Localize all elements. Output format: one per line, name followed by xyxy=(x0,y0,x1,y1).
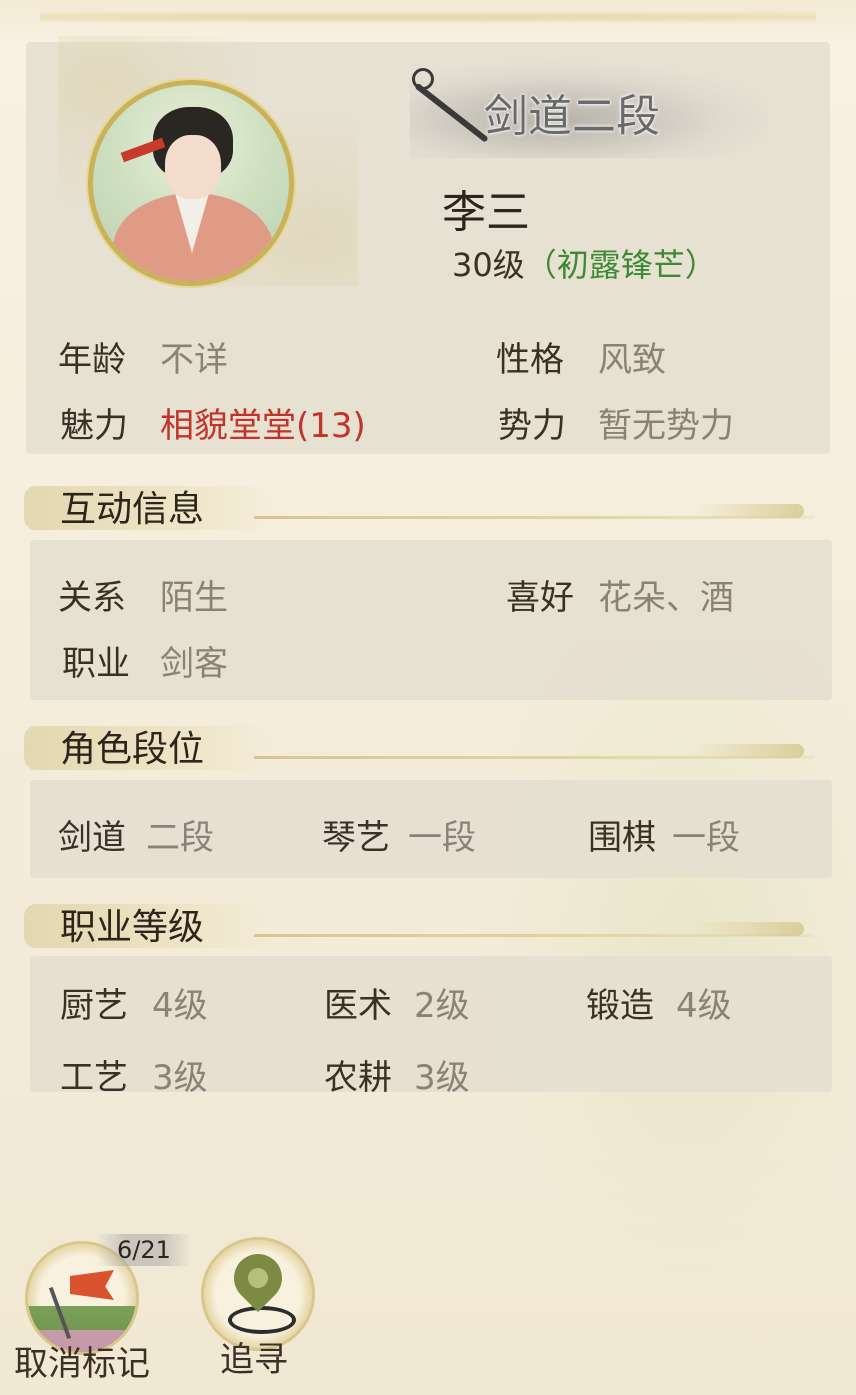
rank-music-label: 琴艺 xyxy=(322,818,390,858)
rank-section-header: 角色段位 xyxy=(24,718,834,778)
age-label: 年龄 xyxy=(58,340,126,380)
location-pin-icon xyxy=(224,1244,296,1334)
personality-label: 性格 xyxy=(496,340,564,380)
rank-badge-text: 剑道二段 xyxy=(484,91,660,142)
hobby-label: 喜好 xyxy=(506,578,574,618)
job-craft-value: 3级 xyxy=(152,1058,208,1098)
hobby-value: 花朵、酒 xyxy=(598,578,734,618)
rank-badge: 剑道二段 xyxy=(410,62,770,158)
rank-go-label: 围棋 xyxy=(588,818,656,858)
age-value: 不详 xyxy=(160,340,228,380)
rank-sword-value: 二段 xyxy=(146,818,214,858)
unmark-button-label[interactable]: 取消标记 xyxy=(14,1336,150,1385)
rank-music-value: 一段 xyxy=(408,818,476,858)
job-farming-value: 3级 xyxy=(414,1058,470,1098)
profile-window: 剑道二段 李三 30级（初露锋芒） 年龄 不详 性格 风致 魅力 相貌堂堂(13… xyxy=(0,0,856,1395)
rank-section-title: 角色段位 xyxy=(60,729,205,770)
track-button-label[interactable]: 追寻 xyxy=(220,1332,288,1381)
charm-label: 魅力 xyxy=(60,406,128,446)
charm-value: 相貌堂堂(13) xyxy=(160,406,366,446)
faction-label: 势力 xyxy=(498,406,566,446)
mark-counter: 6/21 xyxy=(96,1234,192,1266)
interaction-section-header: 互动信息 xyxy=(24,478,834,538)
job-section-header: 职业等级 xyxy=(24,896,834,956)
top-border-decoration xyxy=(0,0,856,38)
job-medicine-label: 医术 xyxy=(324,986,392,1026)
rank-go-value: 一段 xyxy=(672,818,740,858)
job-section-title: 职业等级 xyxy=(60,907,205,948)
character-name: 李三 xyxy=(442,187,530,238)
job-cooking-label: 厨艺 xyxy=(60,986,128,1026)
job-forging-value: 4级 xyxy=(676,986,732,1026)
relation-value: 陌生 xyxy=(160,578,228,618)
level-number: 30级 xyxy=(452,246,525,284)
job-label: 职业 xyxy=(62,644,130,684)
character-level: 30级（初露锋芒） xyxy=(452,240,717,286)
interaction-section-title: 互动信息 xyxy=(60,489,205,530)
rank-sword-label: 剑道 xyxy=(58,818,126,858)
faction-value: 暂无势力 xyxy=(598,406,734,446)
interaction-panel xyxy=(30,540,832,700)
level-title: （初露锋芒） xyxy=(524,246,717,284)
personality-value: 风致 xyxy=(598,340,666,380)
job-craft-label: 工艺 xyxy=(60,1058,128,1098)
job-cooking-value: 4级 xyxy=(152,986,208,1026)
avatar xyxy=(88,80,294,286)
relation-label: 关系 xyxy=(58,578,126,618)
job-medicine-value: 2级 xyxy=(414,986,470,1026)
job-value: 剑客 xyxy=(160,644,228,684)
job-forging-label: 锻造 xyxy=(586,986,654,1026)
job-farming-label: 农耕 xyxy=(324,1058,392,1098)
